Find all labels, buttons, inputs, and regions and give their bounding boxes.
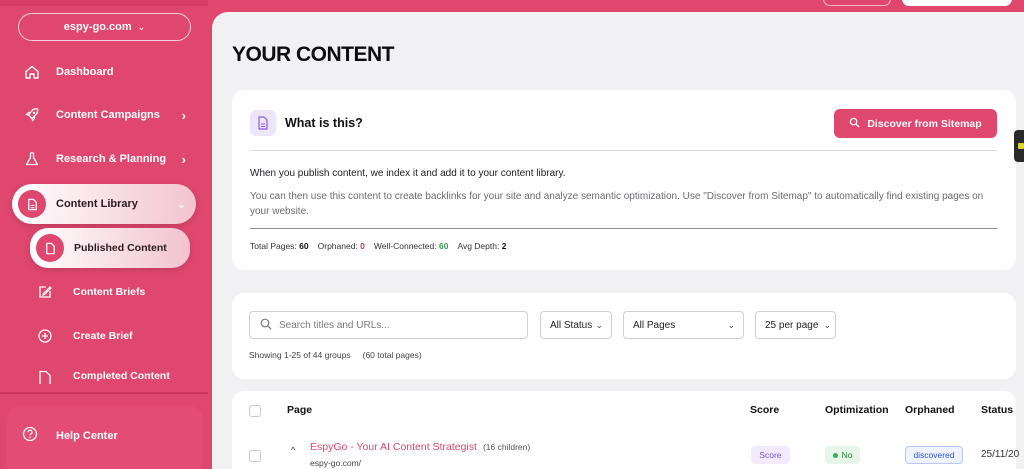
row-title-link[interactable]: EspyGo - Your AI Content Strategist [310,441,477,453]
divider [250,150,997,151]
pages-filter-select[interactable]: All Pages ⌄ [623,311,744,339]
search-icon [260,318,272,333]
search-field[interactable] [249,311,528,339]
table-row[interactable]: EspyGo - Your AI Content Strategist (16 … [310,441,530,453]
stat-avg-depth: Avg Depth: 2 [457,241,507,251]
search-input[interactable] [279,319,519,331]
header-button[interactable] [902,0,1012,6]
status-dot-icon [832,452,838,458]
row-date: 25/11/20 [981,449,1020,460]
document-icon [36,234,64,262]
status-filter-value: All Status [550,319,593,331]
pages-filter-value: All Pages [633,319,676,331]
sub-item-content-briefs[interactable]: Content Briefs [32,273,190,311]
column-header-orphaned[interactable]: Orphaned [905,404,955,416]
sub-item-published-content[interactable]: Published Content [30,228,190,268]
column-header-status[interactable]: Status [981,404,1013,416]
discover-sitemap-button[interactable]: Discover from Sitemap [834,109,997,138]
sub-item-completed-content[interactable]: Completed Content [32,362,190,384]
nav-label: Dashboard [56,66,114,78]
column-header-optimization[interactable]: Optimization [825,404,889,416]
info-description-secondary: You can then use this content to create … [250,191,984,217]
row-children-count: (16 children) [482,442,531,452]
nav-label: Content Campaigns [56,109,160,121]
sub-item-label: Create Brief [73,330,133,342]
column-header-page[interactable]: Page [287,404,312,416]
select-all-checkbox[interactable] [249,405,261,417]
info-description: When you publish content, we index it an… [250,168,566,179]
orphaned-badge: discovered [905,446,963,464]
home-icon [18,64,46,80]
per-page-value: 25 per page [765,319,819,331]
nav-label: Content Library [56,198,138,210]
optimization-badge: No [825,446,860,464]
domain-selector-label: espy-go.com [63,21,132,33]
column-header-score[interactable]: Score [750,404,779,416]
nav-item-dashboard[interactable]: Dashboard [14,54,196,90]
row-checkbox[interactable] [249,450,261,462]
sub-item-label: Published Content [74,242,167,254]
sidebar-divider [0,392,208,394]
divider [250,228,997,229]
help-center-link[interactable]: Help Center [22,426,118,445]
rocket-icon [18,107,46,123]
widget-icon [1018,143,1024,149]
sub-item-create-brief[interactable]: Create Brief [32,317,190,355]
plus-circle-icon [32,328,58,344]
header-button[interactable] [823,0,891,6]
search-icon [849,117,860,131]
total-pages-text: (60 total pages) [362,350,422,360]
nav-item-content-library[interactable]: Content Library ⌄ [12,184,196,224]
sidebar-top-strip [0,0,208,6]
stats-bar: Total Pages: 60 Orphaned: 0 Well-Connect… [250,241,506,251]
chevron-right-icon: › [181,107,186,123]
side-widget-tab[interactable] [1014,130,1024,162]
document-icon [250,110,276,136]
sub-item-label: Content Briefs [73,286,146,298]
optimization-value: No [841,450,853,460]
score-badge[interactable]: Score [751,446,790,464]
nav-label: Research & Planning [56,153,167,165]
chevron-down-icon: ⌄ [176,198,186,211]
help-icon [22,426,38,445]
sidebar: espy-go.com ⌄ Dashboard Content Campaign… [0,0,208,469]
results-summary: Showing 1-25 of 44 groups (60 total page… [249,350,422,360]
nav-item-research-planning[interactable]: Research & Planning › [14,141,196,177]
chevron-up-icon[interactable]: ^ [291,445,295,455]
row-url: espy-go.com/ [310,458,362,468]
per-page-select[interactable]: 25 per page ⌄ [755,311,836,339]
document-icon [18,190,46,218]
chevron-down-icon: ⌄ [823,319,831,330]
status-filter-select[interactable]: All Status ⌄ [540,311,612,339]
nav-item-content-campaigns[interactable]: Content Campaigns › [14,97,196,133]
edit-icon [32,284,58,300]
stat-well-connected: Well-Connected: 60 [373,241,449,251]
chevron-down-icon: ⌄ [727,319,735,330]
info-card-heading: What is this? [285,116,363,130]
chevron-down-icon: ⌄ [137,21,146,32]
document-icon [32,370,58,384]
page-title: YOUR CONTENT [232,43,395,66]
showing-text: Showing 1-25 of 44 groups [249,350,351,360]
domain-selector[interactable]: espy-go.com ⌄ [18,13,191,41]
chevron-down-icon: ⌄ [595,319,603,330]
stat-total-pages: Total Pages: 60 [250,241,309,251]
stat-orphaned: Orphaned: 0 [317,241,365,251]
flask-icon [18,151,46,167]
discover-sitemap-label: Discover from Sitemap [867,117,982,130]
sub-item-label: Completed Content [73,370,170,382]
chevron-right-icon: › [181,151,186,167]
help-center-label: Help Center [56,429,118,442]
